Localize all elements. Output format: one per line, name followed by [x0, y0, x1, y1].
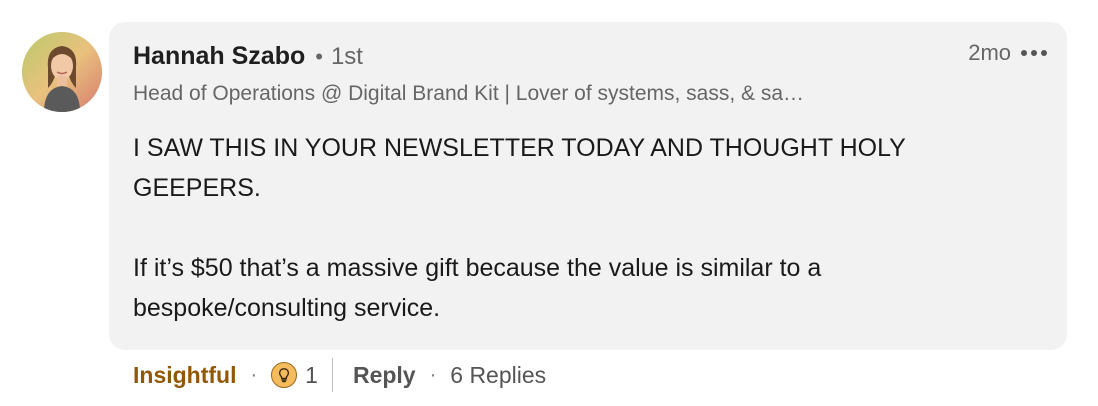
comment-bubble: Hannah Szabo • 1st 2mo Head of Operation… [109, 22, 1067, 350]
timestamp: 2mo [968, 40, 1011, 65]
lightbulb-icon[interactable] [271, 362, 298, 388]
avatar[interactable] [22, 32, 102, 112]
comment-paragraph: If it’s $50 that’s a massive gift becaus… [133, 254, 822, 322]
separator-dot: · [250, 363, 258, 386]
comment-meta: 2mo [968, 40, 1047, 66]
separator-dot: • [315, 44, 323, 69]
reaction-button[interactable]: Insightful [133, 362, 236, 389]
comment-actions: Insightful · 1 Reply · 6 Replies [133, 356, 546, 394]
comment-text: I SAW THIS IN YOUR NEWSLETTER TODAY AND … [133, 128, 1013, 328]
comment-paragraph: I SAW THIS IN YOUR NEWSLETTER TODAY AND … [133, 134, 906, 202]
author-row: Hannah Szabo • 1st [133, 42, 363, 71]
author-headline: Head of Operations @ Digital Brand Kit |… [133, 82, 805, 105]
reply-button[interactable]: Reply [353, 362, 416, 389]
separator-dot: · [429, 363, 437, 386]
profile-photo [22, 32, 102, 112]
author-name[interactable]: Hannah Szabo [133, 42, 305, 71]
connection-degree: 1st [330, 43, 363, 70]
ellipsis-icon[interactable] [1021, 46, 1047, 60]
replies-link[interactable]: 6 Replies [450, 362, 546, 389]
reaction-count[interactable]: 1 [305, 362, 318, 389]
divider [331, 358, 333, 392]
